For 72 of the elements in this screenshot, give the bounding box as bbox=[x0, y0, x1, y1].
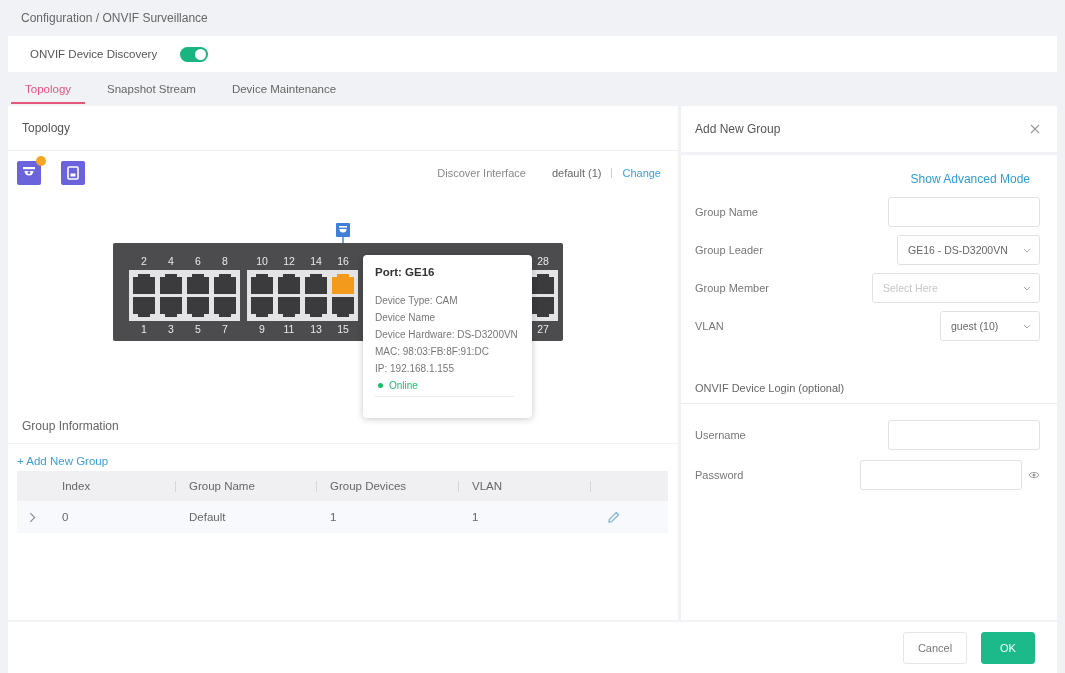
column-header: Group Devices bbox=[330, 480, 407, 492]
section-title: ONVIF Device Login (optional) bbox=[695, 382, 845, 394]
section-title: Group Information bbox=[22, 418, 119, 433]
cell-text: 0 bbox=[62, 511, 69, 523]
tooltip-text: Device Name bbox=[375, 311, 437, 325]
breadcrumb-text: Configuration / ONVIF Surveillance bbox=[21, 11, 208, 25]
toggle-switch[interactable] bbox=[180, 46, 209, 62]
ok-button[interactable]: OK bbox=[981, 631, 1035, 664]
port-number: 27 bbox=[537, 323, 549, 335]
tooltip-text: MAC: 98:03:FB:8F:91:DC bbox=[375, 345, 490, 359]
cancel-button[interactable]: Cancel bbox=[903, 631, 967, 664]
discovery-label: ONVIF Device Discovery bbox=[30, 48, 158, 60]
select-field[interactable]: Select Here bbox=[872, 273, 1040, 303]
cell-text: 1 bbox=[472, 511, 479, 523]
pencil-icon[interactable] bbox=[607, 510, 620, 524]
status-text: Online bbox=[389, 380, 418, 391]
eye-icon[interactable] bbox=[1028, 471, 1040, 479]
field-label: Group Member bbox=[695, 282, 769, 294]
cell-text: 1 bbox=[330, 511, 337, 523]
text-input[interactable] bbox=[888, 420, 1040, 450]
close-icon[interactable] bbox=[1030, 124, 1040, 134]
port-number: 16 bbox=[337, 255, 349, 267]
select-field[interactable]: guest (10) bbox=[940, 311, 1040, 341]
port-number: 7 bbox=[222, 323, 228, 335]
field-label: Password bbox=[695, 469, 744, 481]
panel-title: Topology bbox=[22, 121, 71, 135]
port-number: 28 bbox=[537, 255, 549, 267]
port-number: 11 bbox=[283, 323, 295, 335]
field-label: Username bbox=[695, 429, 746, 441]
column-header: Index bbox=[62, 480, 91, 492]
camera-marker-icon[interactable] bbox=[336, 223, 350, 243]
discover-value: default (1) bbox=[551, 167, 602, 179]
password-input[interactable] bbox=[860, 460, 1022, 490]
port-number: 13 bbox=[310, 323, 322, 335]
text-input[interactable] bbox=[888, 197, 1040, 227]
field-label: VLAN bbox=[695, 320, 724, 332]
port-number: 8 bbox=[222, 255, 228, 267]
tooltip-text: IP: 192.168.1.155 bbox=[375, 362, 455, 376]
caret-down-icon bbox=[1023, 285, 1031, 291]
column-header: VLAN bbox=[472, 480, 503, 492]
discover-label: Discover Interface bbox=[437, 167, 526, 179]
advanced-mode-link[interactable]: Show Advanced Mode bbox=[910, 172, 1030, 186]
tab[interactable]: Device Maintenance bbox=[217, 72, 351, 104]
port-number: 9 bbox=[259, 323, 265, 335]
caret-down-icon bbox=[1023, 323, 1031, 329]
field-label: Group Leader bbox=[695, 244, 763, 256]
port-number: 3 bbox=[168, 323, 174, 335]
tab[interactable]: Snapshot Stream bbox=[93, 72, 210, 104]
port-number: 4 bbox=[168, 255, 174, 267]
change-link[interactable]: Change bbox=[622, 167, 661, 179]
field-label: Group Name bbox=[695, 206, 758, 218]
port-number: 15 bbox=[337, 323, 349, 335]
port-number: 10 bbox=[256, 255, 268, 267]
port-number: 5 bbox=[195, 323, 201, 335]
camera-button[interactable] bbox=[17, 161, 41, 185]
select-field[interactable]: GE16 - DS-D3200VN bbox=[897, 235, 1040, 265]
chevron-right-icon[interactable] bbox=[29, 511, 36, 523]
tooltip-text: Device Hardware: DS-D3200VN bbox=[375, 328, 519, 342]
dialog-title: Add New Group bbox=[695, 122, 781, 136]
tooltip-text: Device Type: CAM bbox=[375, 294, 459, 308]
port-number: 12 bbox=[283, 255, 295, 267]
tooltip-title: Port: GE16 bbox=[375, 265, 436, 280]
caret-down-icon bbox=[1023, 247, 1031, 253]
save-button[interactable] bbox=[61, 161, 85, 185]
port-number: 2 bbox=[141, 255, 147, 267]
port-number: 1 bbox=[141, 323, 147, 335]
column-header: Group Name bbox=[189, 480, 255, 492]
port-number: 6 bbox=[195, 255, 201, 267]
port-number: 14 bbox=[310, 255, 322, 267]
add-group-link[interactable]: + Add New Group bbox=[17, 455, 109, 467]
tab[interactable]: Topology bbox=[11, 72, 86, 104]
cell-text: Default bbox=[189, 511, 226, 523]
